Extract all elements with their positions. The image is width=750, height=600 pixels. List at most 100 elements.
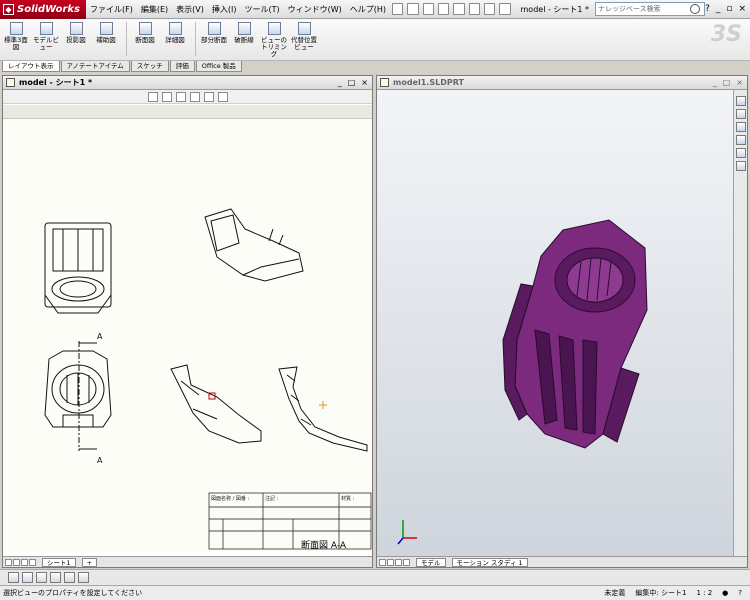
minimize-icon[interactable]: _ [338, 78, 342, 87]
rotate-icon[interactable] [189, 91, 200, 102]
part-window: model1.SLDPRT _ □ × モデル モーション スタディ 1 [376, 75, 748, 568]
table-icon[interactable] [50, 572, 61, 583]
menu-edit[interactable]: 編集(E) [137, 4, 172, 15]
last-tab-icon[interactable] [403, 558, 410, 566]
knowledge-search-input[interactable]: ナレッジベース検索 [595, 2, 706, 16]
drawing-sheet[interactable]: A A 図面名称 / 図番: 注記: 材質: 断面図 A-A [3, 105, 372, 551]
section-marker-top: A [97, 332, 103, 341]
help-icon[interactable]: ? [705, 4, 710, 14]
tab-evaluate[interactable]: 評価 [169, 61, 195, 72]
sheet-tab[interactable]: シート1 [42, 557, 76, 567]
last-sheet-icon[interactable] [29, 558, 36, 566]
custom-properties-icon[interactable] [735, 161, 746, 171]
part-window-controls: _ □ × [713, 78, 747, 87]
tab-annotation[interactable]: アノテートアイテム [60, 61, 130, 72]
view-palette-icon[interactable] [735, 135, 746, 145]
sheet-header-strip [3, 105, 372, 119]
view-orientation-icon[interactable] [8, 572, 19, 583]
undo-icon[interactable] [453, 3, 465, 15]
restore-icon[interactable]: ▫ [726, 4, 732, 14]
tab-motion-study[interactable]: モーション スタディ 1 [451, 557, 528, 567]
first-sheet-icon[interactable] [5, 558, 12, 566]
close-icon[interactable]: × [361, 78, 368, 87]
menu-file[interactable]: ファイル(F) [86, 4, 137, 15]
drawing-title-text: model - シート1 * [19, 78, 93, 87]
prev-sheet-icon[interactable] [13, 558, 20, 566]
add-sheet-icon[interactable]: + [81, 557, 98, 567]
resources-icon[interactable] [735, 96, 746, 106]
close-icon[interactable]: × [736, 78, 743, 87]
standard-3-view-button[interactable]: 標準3面図 [2, 22, 30, 51]
design-library-icon[interactable] [735, 109, 746, 119]
display-style-icon[interactable] [203, 91, 214, 102]
file-explorer-icon[interactable] [735, 122, 746, 132]
rebuild-icon[interactable] [483, 3, 496, 15]
tab-model[interactable]: モデル [416, 557, 446, 567]
next-tab-icon[interactable] [395, 558, 402, 566]
sheet-nav-buttons [3, 558, 36, 566]
layer-icon[interactable] [36, 572, 47, 583]
save-icon[interactable] [422, 3, 434, 15]
crop-view-button[interactable]: ビューのトリミング [260, 22, 288, 58]
display-style-icon[interactable] [22, 572, 33, 583]
auxiliary-view-button[interactable]: 補助図 [92, 22, 120, 44]
help-status-icon[interactable]: ? [738, 589, 742, 597]
broken-out-section-button[interactable]: 部分断面 [200, 22, 228, 44]
zoom-area-icon[interactable] [161, 91, 172, 102]
menu-insert[interactable]: 挿入(I) [208, 4, 241, 15]
menu-view[interactable]: 表示(V) [172, 4, 208, 15]
next-sheet-icon[interactable] [21, 558, 28, 566]
dimension-icon[interactable] [64, 572, 75, 583]
model-view-button[interactable]: モデルビュー [32, 22, 60, 51]
options-icon[interactable] [499, 3, 511, 15]
section-view-button[interactable]: 断面図 [131, 22, 159, 44]
top-view[interactable] [44, 341, 112, 451]
rebuild-status-icon[interactable]: ● [722, 589, 728, 597]
tab-sketch[interactable]: スケッチ [130, 61, 169, 72]
solidworks-logo[interactable]: ◆ SolidWorks [0, 0, 86, 19]
minimize-icon[interactable]: _ [716, 4, 721, 14]
previous-view-icon[interactable] [175, 91, 186, 102]
print-icon[interactable] [437, 3, 450, 15]
triad-icon [397, 520, 417, 545]
standard-3-view-label: 標準3面図 [4, 36, 28, 51]
projected-view-button[interactable]: 投影図 [62, 22, 90, 44]
search-icon[interactable] [690, 4, 701, 14]
restore-icon[interactable]: □ [348, 78, 356, 87]
detail-view-button[interactable]: 詳細図 [161, 22, 189, 44]
sketch-icon[interactable] [78, 572, 89, 583]
alternate-position-view-icon [297, 22, 311, 35]
part-title-text: model1.SLDPRT [393, 78, 464, 87]
restore-icon[interactable]: □ [723, 78, 731, 87]
graphics-area[interactable] [377, 90, 733, 557]
side-view[interactable] [170, 364, 262, 444]
alternate-position-view-button[interactable]: 代替位置ビュー [290, 22, 318, 51]
model-view-icon [39, 22, 53, 35]
front-view[interactable] [44, 222, 112, 314]
zoom-fit-icon[interactable] [147, 91, 158, 102]
open-file-icon[interactable] [407, 3, 419, 15]
new-file-icon[interactable] [392, 3, 404, 15]
tab-view-layout[interactable]: レイアウト表示 [2, 61, 60, 72]
select-icon[interactable] [468, 3, 480, 15]
prev-tab-icon[interactable] [387, 558, 394, 566]
break-button[interactable]: 破断線 [230, 22, 258, 44]
sheet-scale: 1 : 2 [696, 589, 713, 597]
menu-help[interactable]: ヘルプ(H) [346, 4, 390, 15]
minimize-icon[interactable]: _ [713, 78, 717, 87]
first-tab-icon[interactable] [379, 558, 386, 566]
drawing-window: model - シート1 * _ □ × A A 図面名称 / 図番: 注記 … [2, 75, 373, 568]
title-block-cell-1: 図面名称 / 図番 : [211, 495, 249, 502]
menu-window[interactable]: ウィンドウ(W) [284, 4, 346, 15]
detail-view-label: 詳細図 [165, 36, 185, 44]
close-icon[interactable]: × [739, 4, 747, 14]
tab-office-products[interactable]: Office 製品 [195, 61, 242, 72]
drawing-window-title: model - シート1 * _ □ × [3, 76, 372, 90]
menu-tools[interactable]: ツール(T) [240, 4, 283, 15]
broken-out-section-icon [207, 22, 221, 35]
isometric-view[interactable] [204, 208, 304, 282]
hide-show-icon[interactable] [217, 91, 228, 102]
origin-marker [319, 401, 327, 409]
projected-view-label: 投影図 [66, 36, 86, 44]
appearances-icon[interactable] [735, 148, 746, 158]
